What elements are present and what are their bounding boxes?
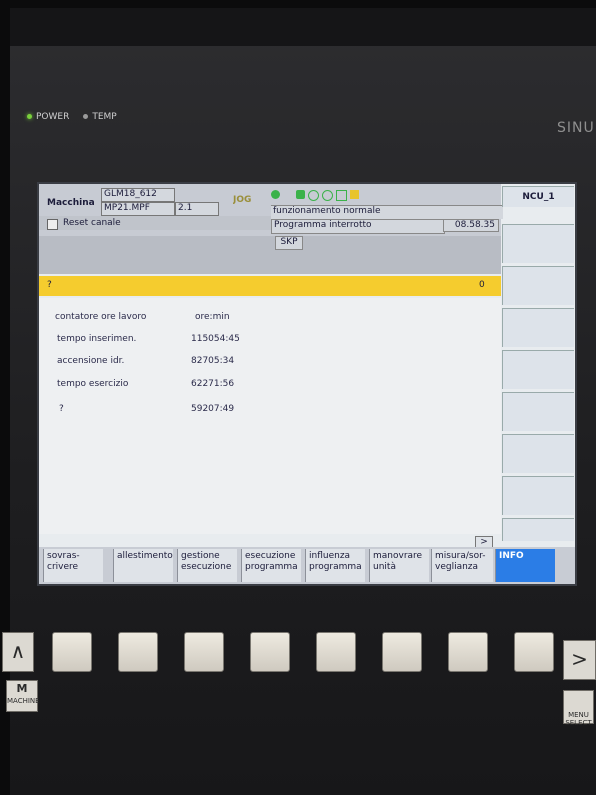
menu-select-label: MENU SELECT [565, 711, 592, 727]
status-leds: POWER TEMP [27, 112, 117, 122]
row-label: ? [59, 404, 64, 414]
softkey-gestione-esecuzione[interactable]: gestione esecuzione [177, 549, 237, 582]
status-icons [271, 190, 371, 202]
program-version: 2.1 [175, 202, 219, 216]
softkey-line2: programma [245, 562, 298, 572]
softkey-sovrascrivere[interactable]: sovras-crivere [43, 549, 103, 582]
softkey-line2: esecuzione [181, 562, 232, 572]
alarm-count: 0 [479, 280, 485, 290]
softkey-line1: INFO [499, 551, 524, 561]
temp-led-icon [83, 114, 89, 119]
ncu-label: NCU_1 [502, 186, 574, 207]
softkey-manovrare-unita[interactable]: manovrare unità [369, 549, 429, 582]
row-label: tempo inserimen. [57, 334, 137, 344]
power-label: POWER [36, 112, 70, 122]
menu-select-key[interactable]: MENU SELECT [563, 690, 594, 727]
softkey-info[interactable]: INFO [495, 549, 555, 582]
cnc-screen: Macchina GLM18_612 MP21.MPF 2.1 JOG funz… [37, 182, 577, 586]
row-label: tempo esercizio [57, 379, 129, 389]
machine-key-letter: M [16, 682, 28, 695]
softkey-line2: crivere [47, 562, 79, 572]
recall-key-icon[interactable]: ∧ [2, 632, 34, 672]
feed-icon [336, 190, 347, 201]
panel-top-strip [10, 8, 596, 46]
channel-icon [296, 190, 305, 199]
softkey-line1: esecuzione [245, 551, 296, 561]
warning-icon [350, 190, 359, 199]
softkey-line1: misura/sor- [435, 551, 486, 561]
hardware-softkey-6[interactable] [382, 632, 422, 672]
machine-key-label: MACHINE [7, 697, 40, 705]
info-band [39, 236, 501, 274]
row-value: 62271:56 [191, 379, 235, 389]
hardware-softkey-8[interactable] [514, 632, 554, 672]
softkey-allestimento[interactable]: allestimento [113, 549, 173, 582]
hardware-softkey-1[interactable] [52, 632, 92, 672]
hardware-softkey-5[interactable] [316, 632, 356, 672]
softkey-line2: unità [373, 562, 396, 572]
vertical-softkey-7[interactable] [502, 476, 574, 515]
softkey-line1: manovrare [373, 551, 423, 561]
machine-key[interactable]: M MACHINE [6, 680, 40, 712]
softkey-line1: sovras- [47, 551, 80, 561]
clock: 08.58.35 [443, 219, 499, 232]
row-value: 82705:34 [191, 356, 235, 366]
hardware-softkey-3[interactable] [184, 632, 224, 672]
skp-indicator: SKP [275, 236, 303, 250]
program-name: GLM18_612 [101, 188, 175, 202]
softkey-influenza-programma[interactable]: influenza programma [305, 549, 365, 582]
softkey-misura-sorveglianza[interactable]: misura/sor-veglianza [431, 549, 493, 582]
softkey-line1: allestimento [117, 551, 173, 561]
cycle-icon [308, 190, 319, 201]
alarm-symbol: ? [47, 280, 52, 290]
program-file: MP21.MPF [101, 202, 175, 216]
vertical-softkey-2[interactable] [502, 266, 574, 305]
vertical-softkey-1[interactable] [502, 224, 574, 263]
hardware-softkey-2[interactable] [118, 632, 158, 672]
status-ok-icon [271, 190, 280, 199]
counter-title: contatore ore lavoro [55, 312, 147, 322]
program-status: Programma interrotto [271, 219, 445, 234]
power-indicator: POWER [27, 112, 69, 122]
hardware-softkey-row [10, 632, 596, 680]
vertical-softkey-8[interactable] [502, 518, 574, 541]
reset-label: Reset canale [63, 218, 121, 228]
temp-label: TEMP [92, 112, 117, 122]
power-led-icon [27, 114, 32, 119]
softkey-line1: gestione [181, 551, 220, 561]
hardware-softkey-7[interactable] [448, 632, 488, 672]
temp-indicator: TEMP [83, 112, 117, 122]
etc-key-icon[interactable]: > [563, 640, 596, 680]
row-value: 115054:45 [191, 334, 240, 344]
alarm-line [39, 276, 501, 296]
mode-indicator: JOG [233, 195, 252, 205]
softkey-esecuzione-programma[interactable]: esecuzione programma [241, 549, 301, 582]
softkey-line1: influenza [309, 551, 351, 561]
row-value: 59207:49 [191, 404, 235, 414]
vertical-softkey-4[interactable] [502, 350, 574, 389]
softkey-line2: programma [309, 562, 362, 572]
row-label: accensione idr. [57, 356, 125, 366]
brand-logo: SINU [557, 120, 595, 136]
vertical-softkey-6[interactable] [502, 434, 574, 473]
reset-checkbox-icon [47, 219, 58, 230]
hardware-softkey-4[interactable] [250, 632, 290, 672]
channel-status: funzionamento normale [271, 205, 503, 219]
softkey-line2: veglianza [435, 562, 479, 572]
vertical-softkey-3[interactable] [502, 308, 574, 347]
vertical-softkey-5[interactable] [502, 392, 574, 431]
machine-label: Macchina [47, 198, 95, 208]
counter-unit: ore:min [195, 312, 230, 322]
stop-icon [322, 190, 333, 201]
